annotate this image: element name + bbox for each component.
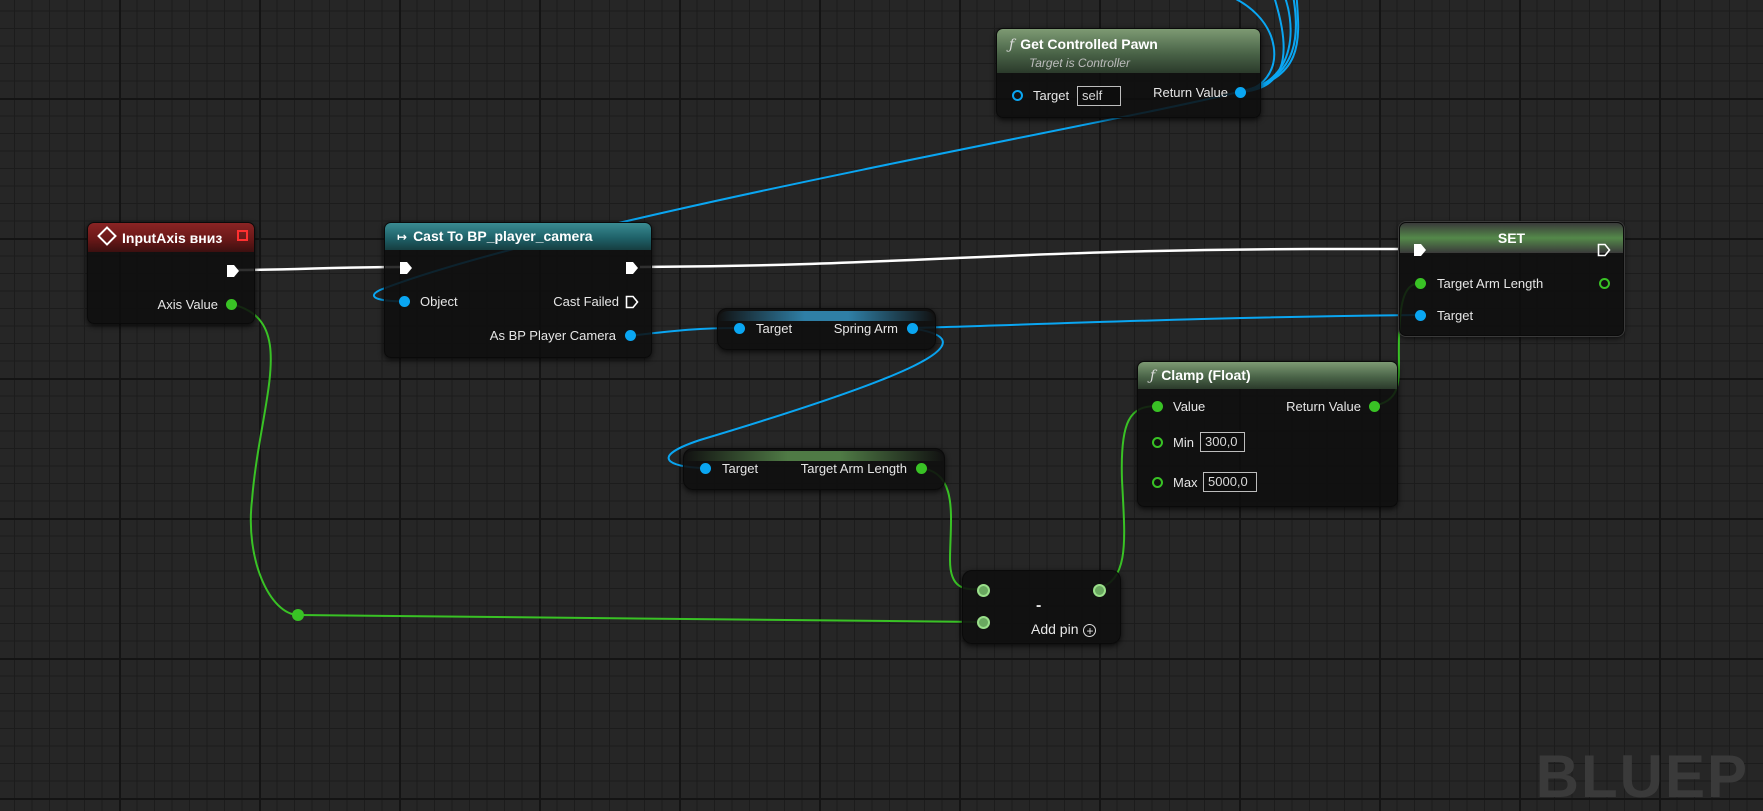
node-get-target-arm-length[interactable]: Target Target Arm Length: [683, 448, 945, 490]
pin-label-max: Max: [1173, 475, 1198, 490]
min-value-field[interactable]: 300,0: [1200, 432, 1245, 452]
pin-subtract-input-a[interactable]: [977, 584, 990, 597]
pin-label-target: Target: [1437, 308, 1474, 323]
delegate-pin-icon[interactable]: [237, 230, 248, 241]
pin-label-as-bp-player-camera: As BP Player Camera: [489, 328, 616, 343]
pin-label-target-arm-length: Target Arm Length: [1437, 276, 1544, 291]
pin-target[interactable]: [700, 463, 711, 474]
pin-target[interactable]: [1012, 90, 1023, 101]
node-clamp-float[interactable]: ƒ Clamp (Float) Value Return Value Min 30…: [1137, 361, 1398, 507]
pin-subtract-input-b[interactable]: [977, 616, 990, 629]
node-header: SET: [1400, 223, 1623, 253]
pin-label-cast-failed: Cast Failed: [553, 294, 619, 309]
event-icon: [97, 226, 117, 246]
pin-label-min: Min: [1173, 435, 1194, 450]
node-title: InputAxis вниз: [122, 230, 223, 246]
node-cast-to-bp-player-camera[interactable]: ↦ Cast To BP_player_camera Object Cast Fa…: [384, 222, 652, 358]
add-pin-button[interactable]: Add pin +: [1031, 621, 1097, 637]
pin-target-arm-length[interactable]: [916, 463, 927, 474]
pin-label-target: Target: [756, 321, 793, 336]
function-icon: ƒ: [1009, 37, 1015, 53]
plus-icon: +: [1083, 624, 1097, 637]
pin-value[interactable]: [1152, 401, 1163, 412]
node-set[interactable]: SET Target Arm Length Target: [1399, 222, 1624, 336]
target-self-field[interactable]: self: [1077, 86, 1121, 106]
wire-exec-input-to-cast: [231, 265, 406, 272]
blueprint-watermark: BLUEP: [1535, 743, 1749, 810]
node-title: Clamp (Float): [1161, 367, 1251, 383]
wire-springarm-to-set-target: [908, 314, 1422, 329]
node-title: Get Controlled Pawn: [1020, 36, 1158, 52]
wire-axis-to-knot: [230, 303, 299, 616]
exec-input-pin[interactable]: [1413, 243, 1427, 257]
node-band: [718, 311, 935, 321]
max-value-field[interactable]: 5000,0: [1203, 472, 1257, 492]
exec-output-pin[interactable]: [1597, 243, 1611, 257]
pin-target[interactable]: [734, 323, 745, 334]
pin-spring-arm[interactable]: [907, 323, 918, 334]
node-subtitle: Target is Controller: [1029, 56, 1130, 70]
node-header: ƒ Get Controlled Pawn Target is Controlle…: [997, 29, 1260, 73]
exec-output-pin[interactable]: [625, 261, 639, 275]
cast-icon: ↦: [397, 230, 408, 244]
pin-min[interactable]: [1152, 437, 1163, 448]
node-input-axis[interactable]: InputAxis вниз Axis Value: [87, 222, 255, 324]
pin-object[interactable]: [399, 296, 410, 307]
pin-label-target: Target: [722, 461, 759, 476]
wire-layer: [230, 0, 1422, 623]
node-header: ƒ Clamp (Float): [1138, 362, 1397, 389]
pin-label-return-value: Return Value: [1153, 85, 1228, 100]
pin-as-bp-player-camera[interactable]: [625, 330, 636, 341]
node-band: [684, 451, 944, 461]
pin-label-object: Object: [420, 294, 458, 309]
pin-return-value[interactable]: [1369, 401, 1380, 412]
node-title: Cast To BP_player_camera: [413, 228, 593, 244]
pin-target-arm-length-out[interactable]: [1599, 278, 1610, 289]
node-header: InputAxis вниз: [88, 223, 254, 252]
node-title: SET: [1497, 230, 1526, 246]
wire-knot-to-subtract: [297, 614, 984, 623]
pin-label-target-arm-length: Target Arm Length: [800, 461, 907, 476]
pin-label-value: Value: [1173, 399, 1206, 414]
node-subtract[interactable]: - Add pin +: [962, 570, 1121, 644]
add-pin-label: Add pin: [1031, 621, 1079, 637]
exec-cast-failed-pin[interactable]: [625, 295, 639, 309]
node-get-spring-arm[interactable]: Target Spring Arm: [717, 308, 936, 350]
exec-input-pin[interactable]: [399, 261, 413, 275]
reroute-knot: [292, 609, 304, 621]
pin-label-target: Target: [1033, 88, 1070, 103]
pin-label-spring-arm: Spring Arm: [833, 321, 898, 336]
pin-label-axis-value: Axis Value: [157, 297, 218, 312]
node-header: ↦ Cast To BP_player_camera: [385, 223, 651, 250]
pin-target[interactable]: [1415, 310, 1426, 321]
subtract-operator: -: [1036, 597, 1042, 614]
pin-axis-value[interactable]: [226, 299, 237, 310]
pin-label-return-value: Return Value: [1286, 399, 1361, 414]
function-icon: ƒ: [1150, 368, 1156, 384]
pin-subtract-output[interactable]: [1093, 584, 1106, 597]
pin-return-value[interactable]: [1235, 87, 1246, 98]
pin-target-arm-length-in[interactable]: [1415, 278, 1426, 289]
wire-exec-cast-to-set: [639, 247, 1410, 269]
pin-max[interactable]: [1152, 477, 1163, 488]
exec-output-pin[interactable]: [226, 264, 240, 278]
node-get-controlled-pawn[interactable]: ƒ Get Controlled Pawn Target is Controlle…: [996, 28, 1261, 118]
